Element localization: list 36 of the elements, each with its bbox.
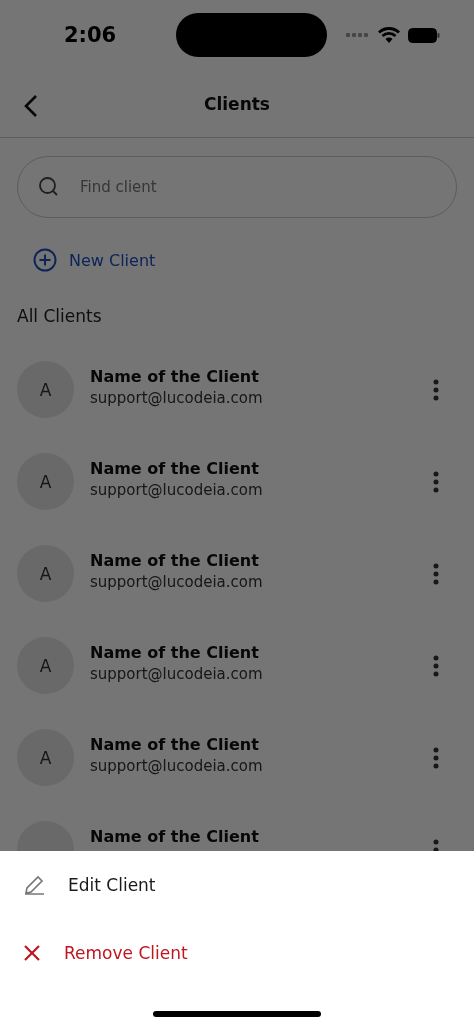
page-title: Clients [204,93,270,114]
kebab-icon [433,654,439,677]
chevron-left-icon [24,94,38,118]
client-avatar: A [17,729,74,786]
section-title: All Clients [17,306,103,326]
client-name: Name of the Client [90,367,260,386]
client-email: support@lucodeia.com [90,573,264,591]
kebab-icon [433,378,439,401]
client-avatar: A [17,637,74,694]
client-email: support@lucodeia.com [90,481,264,499]
client-avatar: A [17,361,74,418]
search-icon [38,176,60,198]
pencil-icon [22,873,46,897]
status-time: 2:06 [64,23,117,47]
client-email: support@lucodeia.com [90,665,264,683]
kebab-icon [433,562,439,585]
new-client-button[interactable]: New Client [33,248,156,272]
remove-client-action[interactable]: Remove Client [0,919,474,987]
close-icon [22,943,42,963]
edit-client-action[interactable]: Edit Client [0,851,474,919]
search-input[interactable]: Find client [78,177,436,197]
kebab-icon [433,746,439,769]
client-name: Name of the Client [90,459,260,478]
client-name: Name of the Client [90,735,260,754]
client-avatar: A [17,453,74,510]
add-icon [33,248,57,272]
client-email: support@lucodeia.com [90,757,264,775]
client-name: Name of the Client [90,643,260,662]
client-email: support@lucodeia.com [90,389,264,407]
client-name: Name of the Client [90,827,260,846]
battery-icon [408,27,440,43]
client-name: Name of the Client [90,551,260,570]
signal-icon [346,32,370,38]
kebab-icon [433,470,439,493]
wifi-icon [378,27,400,43]
client-avatar: A [17,545,74,602]
